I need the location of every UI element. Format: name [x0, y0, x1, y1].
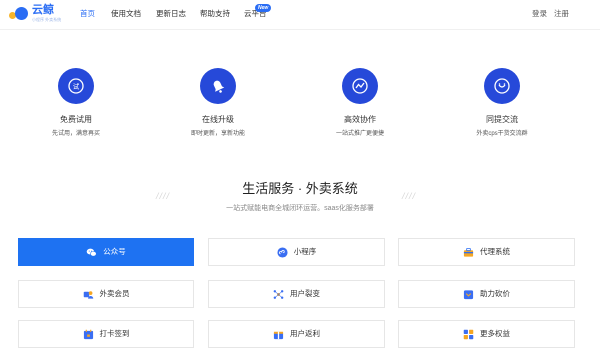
- trend-icon: [342, 68, 378, 104]
- chat-icon: [484, 68, 520, 104]
- card-label: 用户裂变: [290, 289, 320, 298]
- card-agent-system[interactable]: 代理系统: [398, 238, 575, 266]
- member-icon: [83, 290, 93, 299]
- bell-icon: [200, 68, 236, 104]
- login-link[interactable]: 登录: [532, 9, 547, 19]
- card-label: 更多权益: [480, 329, 510, 338]
- card-label: 打卡签到: [99, 329, 130, 338]
- card-more-benefits[interactable]: 更多权益: [398, 320, 575, 348]
- svg-text:试: 试: [73, 82, 80, 91]
- bargain-icon: [463, 289, 474, 299]
- card-label: 公众号: [103, 247, 126, 256]
- fission-icon: [273, 289, 284, 299]
- wechat-icon: [86, 248, 97, 256]
- section-subtitle: 一站式赋能电商全城闭环运营。saas化服务部署: [226, 205, 374, 212]
- card-check-in[interactable]: 打卡签到: [18, 320, 194, 348]
- feature-desc: 外卖cps干货交流群: [476, 131, 528, 137]
- mini-program-icon: [277, 246, 288, 258]
- feature-desc: 先试用，满意再买: [51, 131, 100, 137]
- trial-icon: 试: [58, 68, 94, 104]
- feature-desc: 即时更新，享新功能: [190, 131, 245, 137]
- new-badge: New: [255, 4, 272, 12]
- section-title: 生活服务 · 外卖系统: [242, 181, 358, 196]
- more-icon: [463, 329, 474, 339]
- logo[interactable]: 云鲸 小程序 外卖系统: [9, 4, 61, 26]
- card-bargain[interactable]: 助力砍价: [398, 280, 575, 308]
- nav-support[interactable]: 帮助支持: [200, 9, 230, 19]
- card-label: 外卖会员: [99, 289, 130, 298]
- feature-title: 免费试用: [60, 115, 92, 124]
- briefcase-icon: [463, 247, 474, 257]
- card-user-rebate[interactable]: 用户返利: [208, 320, 385, 348]
- decor-slashes-right: ////: [402, 191, 417, 201]
- card-label: 代理系统: [480, 247, 510, 256]
- checkin-icon: [83, 329, 93, 339]
- card-label: 小程序: [293, 247, 317, 256]
- logo-subtitle: 小程序 外卖系统: [32, 17, 62, 22]
- card-label: 助力砍价: [480, 289, 510, 298]
- card-mini-program[interactable]: 小程序: [208, 238, 385, 266]
- nav-changelog[interactable]: 更新日志: [156, 9, 186, 19]
- nav-home[interactable]: 首页: [80, 9, 95, 19]
- register-link[interactable]: 注册: [554, 9, 569, 19]
- nav-docs[interactable]: 使用文档: [111, 9, 141, 19]
- feature-title: 高效协作: [344, 115, 376, 124]
- top-header: 云鲸 小程序 外卖系统 首页 使用文档 更新日志 帮助支持 云平台 New 登录…: [0, 0, 600, 30]
- card-takeout-member[interactable]: 外卖会员: [18, 280, 194, 308]
- feature-title: 在线升级: [202, 115, 234, 124]
- feature-desc: 一站式推广更便捷: [335, 131, 384, 137]
- card-user-fission[interactable]: 用户裂变: [208, 280, 385, 308]
- card-label: 用户返利: [290, 329, 320, 338]
- rebate-icon: [273, 331, 284, 339]
- feature-title: 同提交流: [486, 115, 518, 124]
- logo-mark: [9, 6, 31, 24]
- card-official-account[interactable]: 公众号: [18, 238, 194, 266]
- logo-text: 云鲸: [32, 4, 54, 16]
